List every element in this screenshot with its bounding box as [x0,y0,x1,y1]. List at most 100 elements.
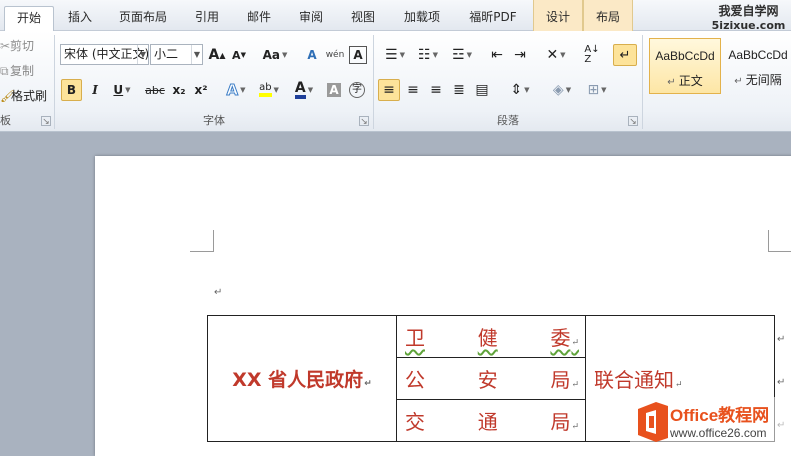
align-left-button[interactable]: ≡ [378,79,400,101]
change-case-icon: Aa [262,48,280,62]
chevron-down-icon: ▼ [125,86,131,94]
up-arrow-icon: ▲ [219,50,226,60]
cut-button[interactable]: ✂剪切 [0,35,34,57]
phonetic-guide-button[interactable]: wén [324,44,346,66]
chinese-layout-icon: ✕ [546,47,559,63]
sort-button[interactable]: A↓ Z [582,44,602,66]
brand-line-1: 我爱自学网 [718,4,779,18]
format-painter-button[interactable]: 🖌格式刷 [0,85,47,107]
shrink-font-button[interactable]: A ▼ [229,44,249,66]
superscript-button[interactable]: x² [191,79,211,101]
paragraph-group-label: 段落 [497,114,519,127]
cell-end-mark: ↵ [364,379,372,389]
line-spacing-button[interactable]: ⇕ ▼ [505,79,535,101]
paragraph-mark-icon: ↵ [619,47,631,63]
multilevel-list-button[interactable]: ☲ ▼ [447,44,477,66]
font-color-button[interactable]: A ▼ [289,79,319,101]
style-no-spacing[interactable]: AaBbCcDd ↵ 无间隔 [722,38,791,94]
show-hide-marks-button[interactable]: ↵ [613,44,637,66]
tab-home[interactable]: 开始 [4,6,54,32]
border-grid-icon: ⊞ [587,82,600,98]
tab-review[interactable]: 审阅 [288,6,334,31]
font-dialog-launcher[interactable]: ↘ [359,116,369,127]
style-name: ↵ 正文 [667,74,703,88]
bullets-button[interactable]: ☰ ▼ [380,44,410,66]
copy-label: 复制 [10,64,35,78]
eraser-icon: A [307,48,317,62]
table-cell-left[interactable]: XX 省人民政府↵ [207,315,397,442]
bold-icon: B [66,83,77,97]
enclose-characters-button[interactable]: 字 [347,79,367,101]
tab-mailings[interactable]: 邮件 [236,6,282,31]
underline-button[interactable]: U ▼ [108,79,136,101]
table-cell-middle[interactable]: 交 通 局↵ [396,399,586,442]
format-painter-label: 格式刷 [11,89,48,103]
font-color-icon: A [294,81,306,99]
grow-font-button[interactable]: A ▲ [207,44,227,66]
group-separator [54,35,55,129]
distributed-button[interactable]: ▤ [472,79,492,101]
paint-bucket-icon: ◈ [552,82,564,98]
tab-table-design[interactable]: 设计 [533,0,583,31]
scissors-icon: ✂ [0,39,11,53]
clipboard-dialog-launcher[interactable]: ↘ [41,116,51,127]
crop-mark-top-left [190,230,214,252]
character-shading-button[interactable]: A [325,79,343,101]
align-right-button[interactable]: ≡ [426,79,446,101]
highlighter-icon: ab [259,83,272,97]
chevron-down-icon: ▼ [191,45,202,64]
dept-row-2: 公 安 局↵ [405,368,579,392]
tab-page-layout[interactable]: 页面布局 [108,6,178,31]
justify-icon: ≣ [453,82,465,98]
tab-table-layout[interactable]: 布局 [583,0,633,31]
tab-addins[interactable]: 加载项 [392,6,452,31]
cell-end-mark: ↵ [675,380,683,390]
gov-name-text: XX 省人民政府 [232,369,364,391]
font-size-combo[interactable]: 小二 ▼ [150,44,203,65]
italic-button[interactable]: I [86,79,104,101]
tab-view[interactable]: 视图 [340,6,386,31]
chevron-down-icon: ▼ [466,51,472,59]
copy-button[interactable]: ⧉复制 [0,60,34,82]
table-cell-middle[interactable]: 公 安 局↵ [396,357,586,400]
bullet-list-icon: ☰ [385,47,398,63]
subscript-button[interactable]: x₂ [169,79,189,101]
tab-foxit-pdf[interactable]: 福昕PDF [458,6,528,31]
borders-button[interactable]: ⊞ ▼ [582,79,612,101]
multilevel-list-icon: ☲ [452,47,465,63]
site-watermark-text: 我爱自学网 5izixue.com [706,4,791,33]
tab-insert[interactable]: 插入 [58,6,102,31]
increase-indent-icon: ⇥ [514,47,526,63]
clipboard-group-label: 板 [0,114,11,127]
text-effects-button[interactable]: A ▼ [222,79,250,101]
align-center-button[interactable]: ≡ [403,79,423,101]
style-normal[interactable]: AaBbCcDd ↵ 正文 [649,38,721,94]
character-border-button[interactable]: A [349,46,367,64]
underline-icon: U [113,83,124,97]
decrease-indent-button[interactable]: ⇤ [487,44,507,66]
strikethrough-button[interactable]: abc [143,79,167,101]
justify-button[interactable]: ≣ [449,79,469,101]
change-case-button[interactable]: Aa ▼ [261,44,289,66]
style-sample: AaBbCcDd [655,49,715,63]
tab-references[interactable]: 引用 [184,6,230,31]
align-left-icon: ≡ [383,82,395,98]
shading-button[interactable]: ◈ ▼ [547,79,577,101]
paragraph-dialog-launcher[interactable]: ↘ [628,116,638,127]
chinese-layout-button[interactable]: ✕ ▼ [541,44,571,66]
font-group-label: 字体 [203,114,225,127]
table-cell-middle[interactable]: 卫 健 委↵ [396,315,586,358]
increase-indent-button[interactable]: ⇥ [510,44,530,66]
font-size-value: 小二 [154,47,179,61]
font-name-combo[interactable]: 宋体 (中文正文) ▼ [60,44,149,65]
notice-title-text: 联合通知 [594,368,674,392]
chevron-down-icon: ▼ [524,86,530,94]
chevron-down-icon: ▼ [560,51,566,59]
bold-button[interactable]: B [61,79,82,101]
dept-row-3: 交 通 局↵ [405,410,579,434]
clear-formatting-button[interactable]: A [302,44,322,66]
highlight-button[interactable]: ab ▼ [254,79,284,101]
numbering-button[interactable]: ☷ ▼ [413,44,443,66]
superscript-icon: x² [194,83,208,97]
row-end-mark: ↵ [777,334,786,345]
